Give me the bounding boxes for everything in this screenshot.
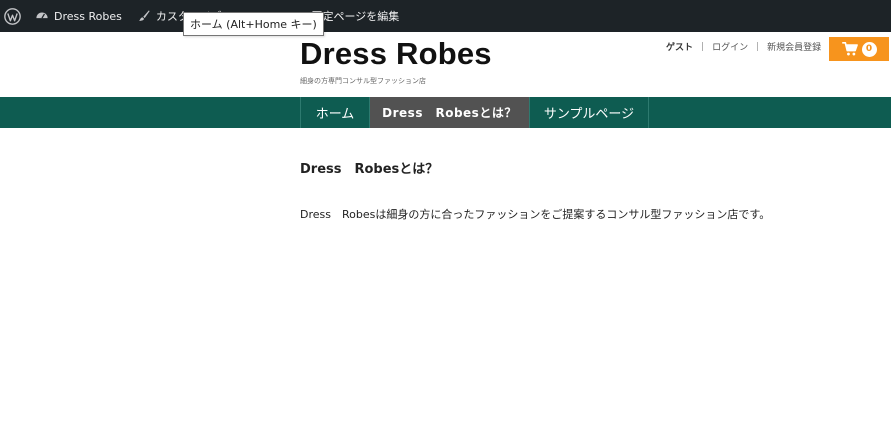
nav-item-about[interactable]: Dress Robesとは？ bbox=[369, 97, 529, 128]
cart-icon bbox=[841, 42, 858, 56]
separator: | bbox=[701, 41, 705, 52]
site-tagline: 細身の方専門コンサル型ファッション店 bbox=[300, 77, 426, 85]
edit-page-label: 固定ページを編集 bbox=[311, 10, 400, 23]
home-tooltip: ホーム (Alt+Home キー) bbox=[183, 12, 324, 36]
wordpress-icon bbox=[4, 7, 21, 25]
site-name-menu[interactable]: Dress Robes bbox=[27, 0, 129, 32]
guest-label: ゲスト bbox=[666, 43, 694, 53]
login-link[interactable]: ログイン bbox=[712, 40, 748, 53]
member-links: ゲスト | ログイン | 新規会員登録 bbox=[666, 40, 821, 54]
tooltip-text: ホーム (Alt+Home キー) bbox=[190, 18, 317, 31]
wordpress-logo-button[interactable] bbox=[0, 0, 27, 32]
site-name-label: Dress Robes bbox=[54, 9, 122, 23]
nav-item-sample-page[interactable]: サンプルページ bbox=[529, 97, 649, 128]
page-title: Dress Robesとは？ bbox=[300, 162, 439, 177]
register-link[interactable]: 新規会員登録 bbox=[767, 40, 821, 53]
page-body-text: Dress Robesは細身の方に合ったファッションをご提案するコンサル型ファッ… bbox=[300, 208, 771, 221]
nav-items: ホーム Dress Robesとは？ サンプルページ bbox=[300, 97, 649, 128]
cart-count-badge: 0 bbox=[861, 41, 877, 57]
global-nav: ホーム Dress Robesとは？ サンプルページ bbox=[0, 97, 891, 128]
separator: | bbox=[756, 41, 760, 52]
dashboard-icon bbox=[34, 8, 50, 24]
cart-button[interactable]: 0 bbox=[829, 37, 889, 61]
site-title[interactable]: Dress Robes bbox=[300, 36, 492, 72]
admin-bar: Dress Robes カスタマイズ 固定ページを編集 bbox=[0, 0, 891, 32]
paintbrush-icon bbox=[136, 8, 152, 24]
nav-item-home[interactable]: ホーム bbox=[300, 97, 369, 128]
